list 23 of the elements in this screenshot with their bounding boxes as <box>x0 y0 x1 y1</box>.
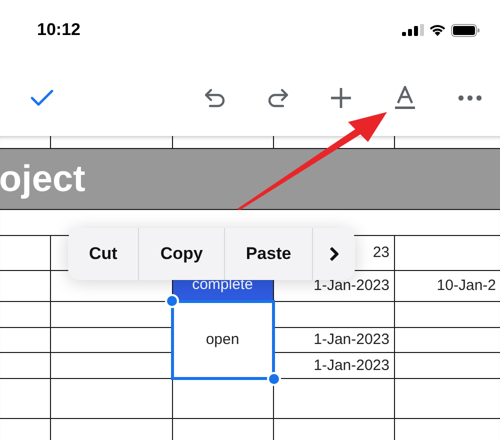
undo-icon <box>204 88 226 108</box>
sheet-title: oject <box>0 158 86 198</box>
cell-text: 1-Jan-2023 <box>314 331 390 348</box>
battery-icon <box>451 24 480 36</box>
text-format-icon <box>393 86 417 110</box>
selected-cell[interactable] <box>170 300 274 380</box>
chevron-icon <box>329 246 340 262</box>
redo-icon <box>267 88 289 108</box>
checkmark-icon <box>30 89 54 107</box>
cell-text: 23 <box>372 244 390 261</box>
plus-icon <box>330 87 352 109</box>
cell-text: 1-Jan-2023 <box>314 356 390 374</box>
menu-item[interactable]: Cut <box>68 228 138 280</box>
more-icon <box>458 95 482 101</box>
wifi-icon <box>429 24 446 36</box>
selection-handle[interactable] <box>164 294 178 308</box>
status-time: 10:12 <box>37 20 80 40</box>
cell-text: 1-Jan-2023 <box>314 277 390 294</box>
menu-item[interactable]: Paste <box>224 228 312 280</box>
cell-text: open <box>206 331 240 348</box>
cell-text: 10-Jan-2 <box>436 277 496 294</box>
signal-icon <box>402 24 424 36</box>
menu-item[interactable]: Copy <box>138 228 224 280</box>
